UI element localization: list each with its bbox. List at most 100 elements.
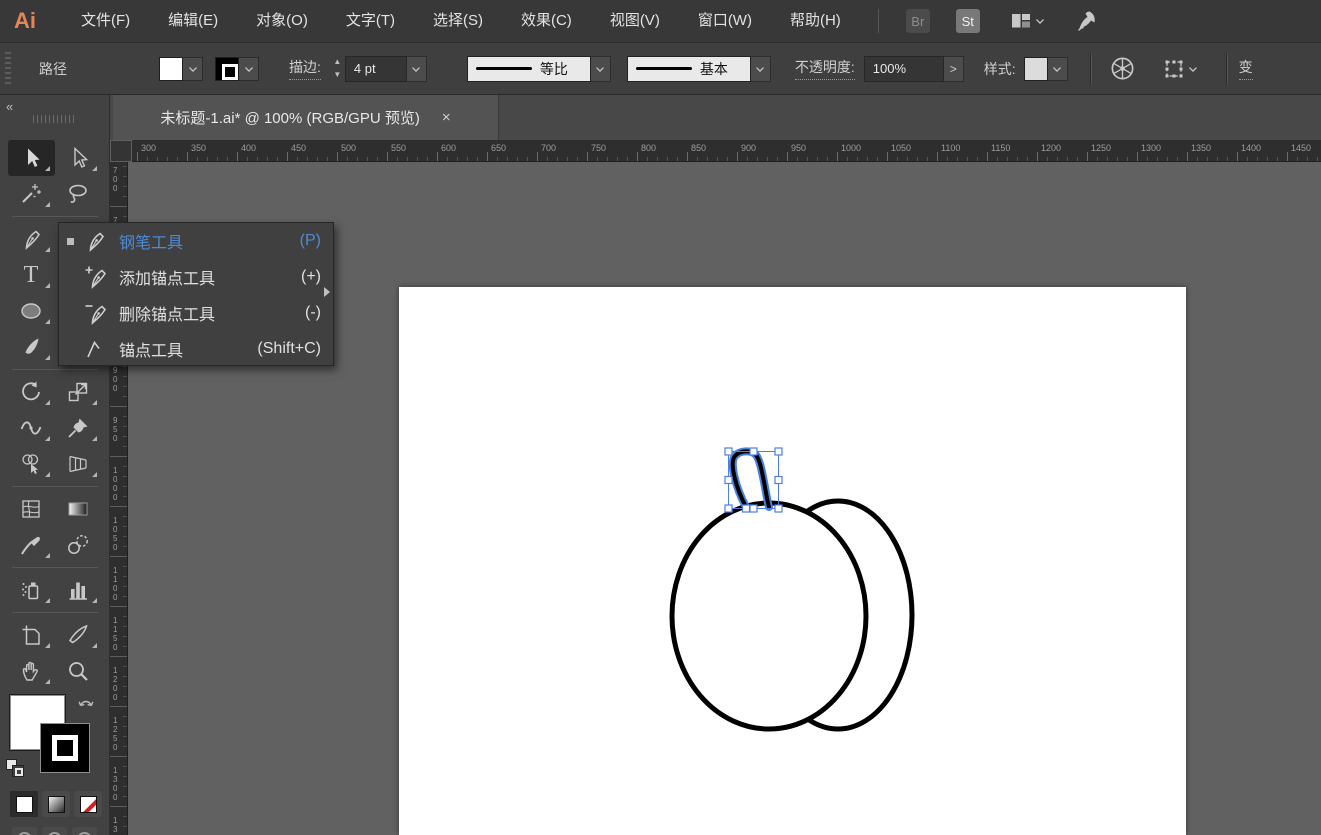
menu-window[interactable]: 窗口(W) bbox=[679, 0, 771, 42]
tool-paintbrush[interactable] bbox=[8, 329, 55, 365]
tool-mesh[interactable] bbox=[8, 491, 55, 527]
menu-effect[interactable]: 效果(C) bbox=[502, 0, 591, 42]
tool-direct-selection[interactable] bbox=[55, 140, 102, 176]
tool-width[interactable] bbox=[8, 410, 55, 446]
opacity-expand-button[interactable]: > bbox=[944, 56, 964, 82]
gpu-performance-rocket-icon[interactable] bbox=[1075, 9, 1099, 33]
tool-puppet-warp[interactable] bbox=[55, 410, 102, 446]
width-profile-dropdown[interactable] bbox=[591, 56, 611, 82]
gradient-mode-button[interactable] bbox=[42, 791, 70, 817]
hruler-tick bbox=[167, 157, 168, 161]
style-swatch[interactable] bbox=[1024, 57, 1048, 81]
tool-zoom[interactable] bbox=[55, 653, 102, 689]
chevron-down-icon bbox=[1033, 14, 1047, 28]
tool-eyedropper[interactable] bbox=[8, 527, 55, 563]
brush-definition-dropdown[interactable] bbox=[751, 56, 771, 82]
draw-normal-button[interactable] bbox=[12, 827, 37, 835]
flyout-item-add-anchor[interactable]: 添加锚点工具 (+) bbox=[59, 259, 333, 295]
tool-artboard[interactable] bbox=[8, 617, 55, 653]
stroke-color-control[interactable] bbox=[215, 57, 259, 81]
tool-symbol-sprayer[interactable] bbox=[8, 572, 55, 608]
tool-ellipse-shape[interactable] bbox=[8, 293, 55, 329]
flyout-item-anchor-point[interactable]: 锚点工具 (Shift+C) bbox=[59, 331, 333, 367]
hruler-label: 350 bbox=[191, 143, 206, 153]
default-fill-stroke-icon[interactable] bbox=[6, 759, 26, 779]
tool-magic-wand[interactable] bbox=[8, 176, 55, 212]
none-mode-button[interactable] bbox=[74, 791, 102, 817]
tab-close-icon[interactable]: × bbox=[442, 109, 451, 126]
tools-panel-header: « bbox=[0, 95, 109, 140]
menu-object[interactable]: 对象(O) bbox=[237, 0, 327, 42]
menu-help[interactable]: 帮助(H) bbox=[771, 0, 860, 42]
tool-perspective-grid[interactable] bbox=[55, 446, 102, 482]
vruler-tick bbox=[123, 196, 127, 197]
menu-edit[interactable]: 编辑(E) bbox=[149, 0, 237, 42]
flyout-item-shortcut: (-) bbox=[297, 304, 321, 322]
document-tab[interactable]: 未标题-1.ai* @ 100% (RGB/GPU 预览) × bbox=[113, 95, 499, 140]
stock-button[interactable]: St bbox=[956, 9, 980, 33]
hruler-label: 750 bbox=[591, 143, 606, 153]
fill-color-control[interactable] bbox=[159, 57, 203, 81]
tool-slice[interactable] bbox=[55, 617, 102, 653]
opacity-input[interactable]: 100% bbox=[864, 56, 944, 82]
style-dropdown[interactable] bbox=[1048, 57, 1068, 81]
flyout-item-delete-anchor[interactable]: 删除锚点工具 (-) bbox=[59, 295, 333, 331]
select-similar-control[interactable] bbox=[1162, 57, 1200, 81]
hruler-tick bbox=[177, 157, 178, 161]
app-logo[interactable]: Ai bbox=[14, 8, 36, 34]
menu-file[interactable]: 文件(F) bbox=[62, 0, 149, 42]
opacity-label[interactable]: 不透明度: bbox=[795, 57, 855, 80]
tool-rotate[interactable] bbox=[8, 374, 55, 410]
plum-front-ellipse[interactable] bbox=[672, 503, 866, 729]
tool-gradient[interactable] bbox=[55, 491, 102, 527]
fill-swatch[interactable] bbox=[159, 57, 183, 81]
flyout-item-pen[interactable]: 钢笔工具 (P) bbox=[59, 223, 333, 259]
tool-shape-builder[interactable] bbox=[8, 446, 55, 482]
draw-behind-button[interactable] bbox=[42, 827, 67, 835]
tool-blend[interactable] bbox=[55, 527, 102, 563]
tool-lasso[interactable] bbox=[55, 176, 102, 212]
hruler-tick bbox=[637, 152, 638, 161]
stroke-weight-dropdown[interactable] bbox=[407, 56, 427, 82]
tool-scale[interactable] bbox=[55, 374, 102, 410]
plum-stem-path[interactable] bbox=[733, 451, 769, 507]
tool-type[interactable]: T bbox=[8, 257, 55, 293]
vruler-tick bbox=[123, 386, 127, 387]
tool-column-graph[interactable] bbox=[55, 572, 102, 608]
hruler-tick bbox=[1007, 157, 1008, 161]
stroke-indicator[interactable] bbox=[40, 723, 90, 773]
transform-label[interactable]: 变 bbox=[1239, 57, 1253, 80]
recolor-artwork-icon[interactable] bbox=[1109, 55, 1136, 82]
horizontal-ruler[interactable]: 3003504004505005506006507007508008509009… bbox=[132, 140, 1321, 162]
swap-fill-stroke-icon[interactable] bbox=[76, 693, 96, 713]
workspace-switcher[interactable] bbox=[1009, 9, 1047, 33]
vruler-tick bbox=[110, 506, 127, 507]
stroke-weight-label[interactable]: 描边: bbox=[289, 57, 321, 80]
stroke-weight-input[interactable]: 4 pt bbox=[345, 56, 407, 82]
width-profile-select[interactable]: 等比 bbox=[467, 56, 591, 82]
tool-selection[interactable] bbox=[8, 140, 55, 176]
stepper-down-icon[interactable]: ▼ bbox=[330, 69, 345, 82]
stroke-dropdown-button[interactable] bbox=[239, 57, 259, 81]
stroke-swatch[interactable] bbox=[215, 57, 239, 81]
stroke-weight-stepper[interactable]: ▲ ▼ bbox=[330, 56, 345, 82]
hruler-tick bbox=[1237, 152, 1238, 161]
panel-drag-handle[interactable] bbox=[5, 52, 11, 86]
hruler-tick bbox=[887, 152, 888, 161]
tool-hand[interactable] bbox=[8, 653, 55, 689]
menu-type[interactable]: 文字(T) bbox=[327, 0, 414, 42]
stepper-up-icon[interactable]: ▲ bbox=[330, 56, 345, 69]
draw-inside-button[interactable] bbox=[72, 827, 97, 835]
collapse-panel-button[interactable]: « bbox=[6, 99, 14, 114]
brush-definition-select[interactable]: 基本 bbox=[627, 56, 751, 82]
bridge-button[interactable]: Br bbox=[906, 9, 930, 33]
hruler-tick bbox=[307, 157, 308, 161]
flyout-tearoff-arrow[interactable] bbox=[324, 287, 330, 297]
color-mode-button[interactable] bbox=[10, 791, 38, 817]
menu-select[interactable]: 选择(S) bbox=[414, 0, 502, 42]
ruler-origin-box[interactable] bbox=[110, 140, 132, 162]
menu-view[interactable]: 视图(V) bbox=[591, 0, 679, 42]
panel-grip[interactable] bbox=[33, 115, 77, 123]
tool-pen[interactable] bbox=[8, 221, 55, 257]
fill-dropdown-button[interactable] bbox=[183, 57, 203, 81]
